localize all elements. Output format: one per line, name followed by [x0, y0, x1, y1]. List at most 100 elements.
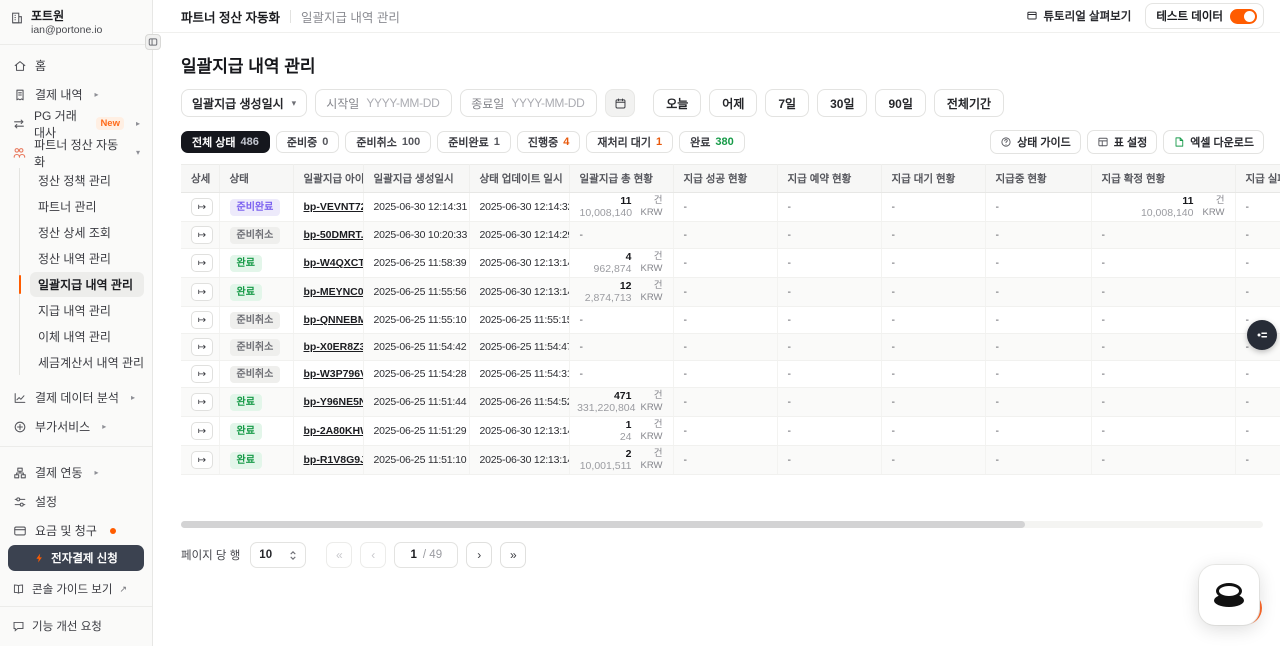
- sidebar-item[interactable]: 결제 내역▸: [6, 80, 146, 109]
- horizontal-scrollbar[interactable]: [181, 521, 1263, 528]
- status-tab[interactable]: 전체 상태486: [181, 131, 270, 153]
- page-indicator[interactable]: 1 / 49: [394, 542, 458, 568]
- quick-range-button[interactable]: 7일: [765, 89, 809, 117]
- sidebar-subitem[interactable]: 세금계산서 내역 관리: [30, 350, 144, 375]
- detail-cell: ↦: [181, 307, 219, 334]
- quick-range-button[interactable]: 어제: [709, 89, 757, 117]
- batch-id-link[interactable]: bp-QNNEBM...: [304, 314, 364, 326]
- batch-id-link[interactable]: bp-R1V8G9J4: [304, 454, 364, 466]
- batch-id-link[interactable]: bp-MEYNC0...: [304, 286, 364, 298]
- row-detail-button[interactable]: ↦: [191, 311, 213, 329]
- feedback-side-button[interactable]: [1247, 320, 1277, 350]
- next-page-button[interactable]: ›: [466, 542, 492, 568]
- empty-value: -: [1246, 425, 1250, 437]
- row-detail-button[interactable]: ↦: [191, 254, 213, 272]
- status-cell: 완료: [219, 278, 293, 307]
- status-tab[interactable]: 준비중0: [276, 131, 340, 153]
- amount-row: 10,008,140KRW: [1102, 207, 1225, 219]
- count-unit: 건: [637, 390, 663, 402]
- table-settings-button[interactable]: 표 설정: [1087, 130, 1157, 154]
- sidebar-item[interactable]: 부가서비스▸: [6, 412, 146, 441]
- quick-range-button[interactable]: 오늘: [653, 89, 701, 117]
- row-detail-button[interactable]: ↦: [191, 198, 213, 216]
- sidebar-item[interactable]: 파트너 정산 자동화▾: [6, 138, 146, 167]
- row-detail-button[interactable]: ↦: [191, 393, 213, 411]
- sidebar-subitem[interactable]: 파트너 관리: [30, 194, 144, 219]
- sidebar-subitem[interactable]: 이체 내역 관리: [30, 324, 144, 349]
- status-tab[interactable]: 준비취소100: [345, 131, 431, 153]
- batch-id-link[interactable]: bp-W4QXCTP8: [304, 257, 364, 269]
- sidebar-collapse-button[interactable]: [145, 34, 161, 50]
- sidebar-subitem[interactable]: 지급 내역 관리: [30, 298, 144, 323]
- sidebar-subitem[interactable]: 일괄지급 내역 관리: [30, 272, 144, 297]
- row-detail-button[interactable]: ↦: [191, 283, 213, 301]
- org-switcher[interactable]: 포트원 ian@portone.io: [0, 0, 152, 44]
- status-tab[interactable]: 준비완료1: [437, 131, 511, 153]
- notification-dot: [110, 528, 116, 534]
- prev-page-button[interactable]: ‹: [360, 542, 386, 568]
- status-badge: 완료: [230, 284, 262, 301]
- sidebar-subitem[interactable]: 정산 내역 관리: [30, 246, 144, 271]
- row-detail-button[interactable]: ↦: [191, 422, 213, 440]
- status-tab[interactable]: 재처리 대기1: [586, 131, 673, 153]
- excel-download-button[interactable]: 엑셀 다운로드: [1163, 130, 1264, 154]
- amount-value: 10,008,140: [580, 207, 633, 219]
- end-date-input[interactable]: 종료일 YYYY-MM-DD: [460, 89, 597, 117]
- batch-id-link[interactable]: bp-2A80KHWR: [304, 425, 364, 437]
- status-tab-count: 486: [241, 136, 259, 148]
- sidebar-subitem[interactable]: 정산 정책 관리: [30, 168, 144, 193]
- scrollbar-thumb[interactable]: [181, 521, 1025, 528]
- batch-id-link[interactable]: bp-VEVNT72Y: [304, 201, 364, 213]
- column-header: 일괄지급 생성일시: [363, 165, 469, 193]
- status-cell: 완료: [219, 446, 293, 475]
- sidebar-item[interactable]: 결제 연동▸: [6, 458, 146, 487]
- first-page-button[interactable]: «: [326, 542, 352, 568]
- status-cell: 완료: [219, 417, 293, 446]
- row-detail-button[interactable]: ↦: [191, 226, 213, 244]
- rows-per-page-select[interactable]: 10: [250, 542, 306, 568]
- start-date-input[interactable]: 시작일 YYYY-MM-DD: [315, 89, 452, 117]
- chat-launcher-button[interactable]: [1199, 565, 1259, 625]
- created-at-cell: 2025-06-25 11:51:29: [363, 417, 469, 446]
- sidebar-item[interactable]: 설정: [6, 487, 146, 516]
- row-detail-button[interactable]: ↦: [191, 365, 213, 383]
- feature-request-link[interactable]: 기능 개선 요청: [8, 612, 144, 640]
- row-detail-button[interactable]: ↦: [191, 451, 213, 469]
- status-tab[interactable]: 진행중4: [517, 131, 581, 153]
- amount-value: 10,008,140: [1141, 207, 1194, 219]
- sidebar-item[interactable]: 결제 데이터 분석▸: [6, 383, 146, 412]
- empty-value: -: [892, 368, 896, 380]
- status-tab[interactable]: 완료380: [679, 131, 745, 153]
- tutorial-button[interactable]: 튜토리얼 살펴보기: [1026, 8, 1131, 24]
- batch-id-link[interactable]: bp-W3P796V0: [304, 368, 364, 380]
- quick-range-button[interactable]: 전체기간: [934, 89, 1004, 117]
- batch-id-link[interactable]: bp-Y96NE5N1: [304, 396, 364, 408]
- sidebar-item[interactable]: PG 거래대사New▸: [6, 109, 146, 138]
- empty-cell: -: [985, 334, 1091, 361]
- batch-id-link[interactable]: bp-X0ER8Z38: [304, 341, 364, 353]
- sidebar-item[interactable]: 홈: [6, 51, 146, 80]
- detail-cell: ↦: [181, 417, 219, 446]
- empty-value: -: [580, 314, 584, 326]
- calendar-button[interactable]: [605, 89, 635, 117]
- table-container: 상세상태일괄지급 아이디일괄지급 생성일시상태 업데이트 일시일괄지급 총 현황…: [181, 164, 1280, 475]
- console-guide-link[interactable]: 콘솔 가이드 보기 ↗: [8, 575, 144, 603]
- services-icon: [12, 420, 27, 434]
- id-cell: bp-MEYNC0...: [293, 278, 363, 307]
- row-detail-button[interactable]: ↦: [191, 338, 213, 356]
- created-at-cell: 2025-06-30 10:20:33: [363, 222, 469, 249]
- quick-range-button[interactable]: 30일: [817, 89, 867, 117]
- quick-range-button[interactable]: 90일: [875, 89, 925, 117]
- last-page-button[interactable]: »: [500, 542, 526, 568]
- action-button-label: 엑셀 다운로드: [1190, 134, 1254, 150]
- empty-cell: -: [985, 249, 1091, 278]
- batch-id-link[interactable]: bp-50DMRT...: [304, 229, 364, 241]
- sidebar-item[interactable]: 요금 및 청구: [6, 516, 146, 545]
- status-tab-count: 4: [563, 136, 569, 148]
- sidebar-subitem[interactable]: 정산 상세 조회: [30, 220, 144, 245]
- status-guide-button[interactable]: 상태 가이드: [990, 130, 1081, 154]
- updated-at-cell: 2025-06-25 11:55:15: [469, 307, 569, 334]
- test-data-toggle[interactable]: 테스트 데이터: [1145, 3, 1264, 29]
- epay-apply-button[interactable]: 전자결제 신청: [8, 545, 144, 571]
- date-type-select[interactable]: 일괄지급 생성일시 ▾: [181, 89, 307, 117]
